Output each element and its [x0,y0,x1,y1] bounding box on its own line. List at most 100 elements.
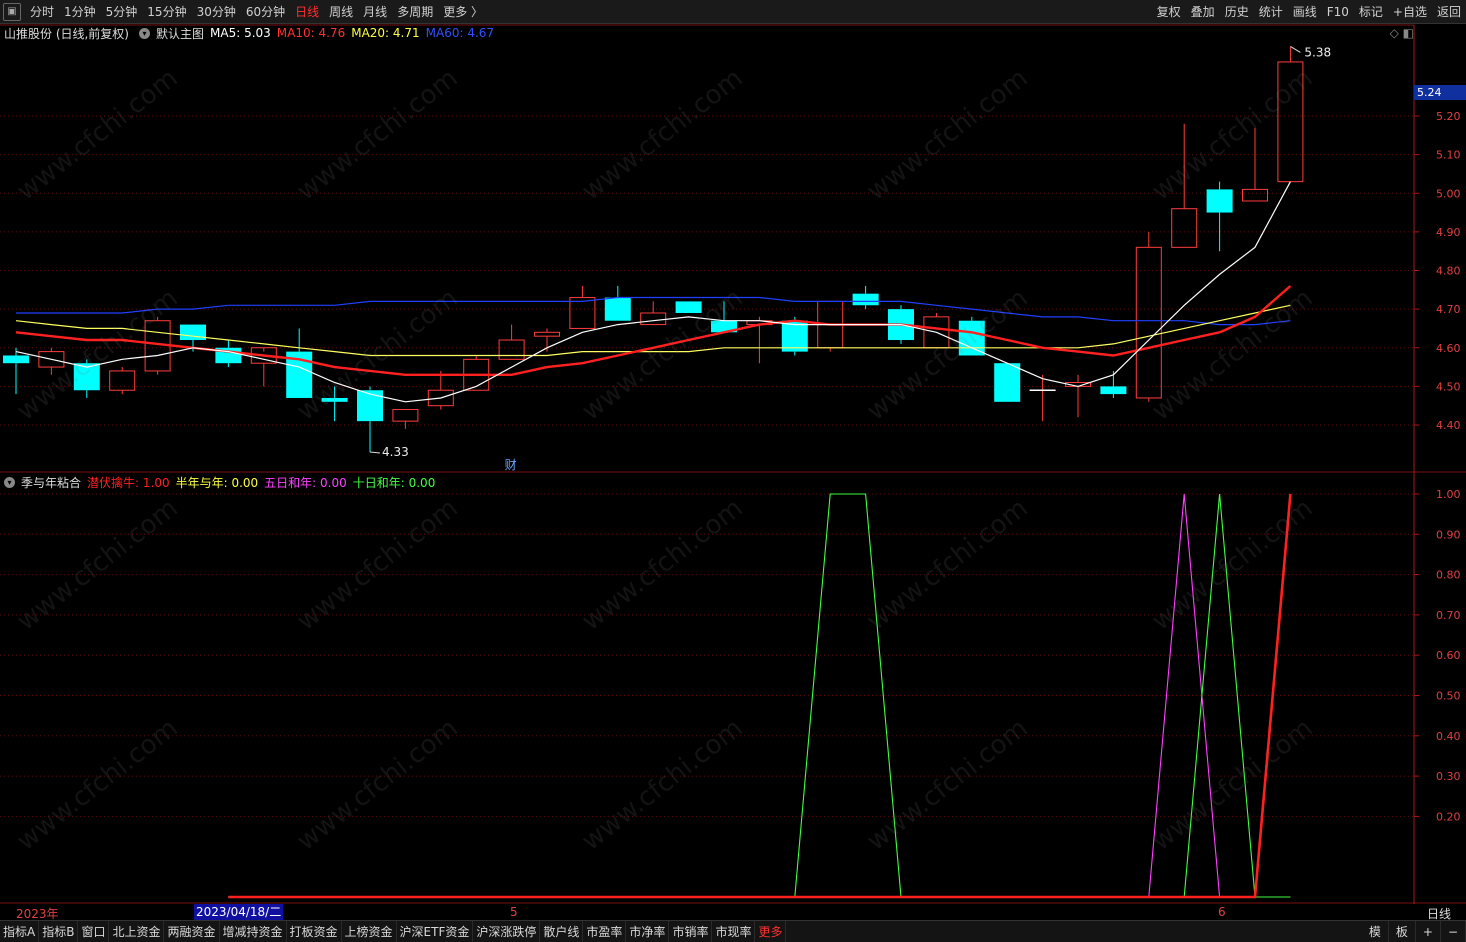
axis-ticks: 4.40 4.50 4.60 4.70 4.80 4.90 5.00 5.10 5.20 0.20… [1414,110,1461,823]
indicator-name[interactable]: 季与年粘合 [21,474,81,491]
candle-body [675,301,702,313]
main-tick-label: 4.90 [1436,226,1461,239]
sub-tick-label: 0.70 [1436,609,1461,622]
sub-tick-label: 0.40 [1436,730,1461,743]
low-label: 4.33 [382,445,409,459]
ma5-label: MA5: 5.03 [210,26,271,40]
candle-body [994,363,1021,402]
indicator-series-line [228,493,1291,898]
indicator-tab-0[interactable]: 指标A [0,920,40,942]
candle-body [534,331,560,337]
candle [675,301,702,313]
candle [463,355,490,391]
candle-body [321,397,348,402]
indicator-tab-6[interactable]: 打板资金 [287,920,342,942]
indicator-series-line [228,493,1292,899]
indicator-tab-14[interactable]: 市现率 [712,920,756,942]
candle-body [569,297,596,329]
candle [109,367,136,395]
stock-title[interactable]: 山推股份 (日线,前复权) [4,25,129,42]
indicator-tab-13[interactable]: 市销率 [669,920,713,942]
sub-tick-label: 1.00 [1436,488,1461,501]
indicator-tab-10[interactable]: 散户线 [540,920,584,942]
indicator-tab-7[interactable]: 上榜资金 [342,920,397,942]
bottom-right-button-1[interactable]: 板 [1389,921,1416,942]
candle-body [1135,246,1162,399]
grid-lines [0,24,1466,904]
sub-tick-label: 0.60 [1436,649,1461,662]
candle [604,285,631,321]
date-axis: 2023年 2023/04/18/二 5 6 日线 [0,904,1466,921]
main-chart-legend: 山推股份 (日线,前复权) ▾ 默认主图 MA5: 5.03 MA10: 4.7… [0,25,500,41]
stock-chart-app: ▣ 分时 1分钟 5分钟 15分钟 30分钟 60分钟 日线 周线 月线 多周期 更多 〉 复权 叠加… [0,0,1466,942]
indicator-series-line [228,493,1291,898]
sub-tick-label: 0.80 [1436,569,1461,582]
candle-body [392,409,419,422]
candle [1029,374,1056,422]
indicator-line3: 五日和年: 0.00 [264,475,347,490]
candle-body [604,297,631,321]
indicator-lines [228,493,1292,899]
moving-averages: 5.38 4.33 财 [15,45,1331,472]
candle [286,328,313,398]
main-tick-label: 5.10 [1436,149,1461,162]
indicator-dropdown-icon[interactable]: ▾ [4,476,15,488]
sub-tick-label: 0.30 [1436,770,1461,783]
candle [994,363,1021,402]
date-month-6: 6 [1218,905,1226,919]
low-pointer [369,451,381,454]
indicator-tab-9[interactable]: 沪深涨跌停 [473,920,541,942]
candle-body [1277,61,1304,183]
indicator-tab-11[interactable]: 市盈率 [583,920,627,942]
indicator-line4: 十日和年: 0.00 [352,475,436,490]
template-name[interactable]: 默认主图 [156,25,204,42]
current-price-tag: 5.24 [1414,85,1466,100]
panel-toggle-icon[interactable]: ◧ [1403,26,1414,40]
indicator-tab-12[interactable]: 市净率 [626,920,670,942]
candle [1277,46,1304,183]
candle [498,324,525,360]
template-dropdown-icon[interactable]: ▾ [139,27,150,39]
sub-tick-label: 0.20 [1436,810,1461,823]
candle-body [109,370,136,391]
indicator-tab-4[interactable]: 两融资金 [164,920,220,942]
indicator-line2: 半年与年: 0.00 [175,475,259,490]
candlesticks [3,46,1304,453]
main-tick-label: 4.40 [1436,419,1461,432]
candle-body [781,320,808,352]
indicator-legend: ▾ 季与年粘合 潜伏擒牛: 1.00 半年与年: 0.00 五日和年: 0.00… [0,474,441,490]
indicator-tab-15[interactable]: 更多 [755,920,787,942]
main-tick-label: 4.70 [1436,303,1461,316]
candle-body [1206,189,1233,213]
date-month-5: 5 [510,905,518,919]
bottom-right-button-0[interactable]: 模 [1362,921,1389,942]
ma10-label: MA10: 4.76 [276,26,346,40]
candle [321,386,348,422]
indicator-tab-1[interactable]: 指标B [39,920,79,942]
ma5-line [15,181,1291,403]
indicator-tab-2[interactable]: 窗口 [78,920,110,942]
candle [392,409,419,429]
candle [958,316,985,356]
candle [427,370,454,410]
main-tick-label: 4.60 [1436,342,1461,355]
date-cursor: 2023/04/18/二 [194,904,284,920]
ma60-label: MA60: 4.67 [425,26,495,40]
high-pointer [1290,46,1301,53]
candle-body [1100,386,1127,395]
main-tick-label: 5.00 [1436,187,1461,200]
candle [817,300,844,352]
candle-body [640,312,667,326]
high-label: 5.38 [1304,45,1331,59]
indicator-tab-5[interactable]: 增减持资金 [220,920,287,942]
candle-body [3,355,29,364]
candle [569,285,596,329]
bottom-right-button-2[interactable]: + [1416,921,1441,942]
diamond-icon[interactable]: ◇ [1390,26,1399,40]
bottom-right-button-3[interactable]: − [1441,921,1466,942]
chart-canvas[interactable]: 5.38 4.33 财 4.40 4.50 4.60 4.70 4.80 4.90 5.00 5.… [0,0,1466,904]
candle [852,285,879,310]
indicator-tab-3[interactable]: 北上资金 [109,920,165,942]
candle-body [1242,188,1268,202]
indicator-tab-8[interactable]: 沪深ETF资金 [397,920,474,942]
